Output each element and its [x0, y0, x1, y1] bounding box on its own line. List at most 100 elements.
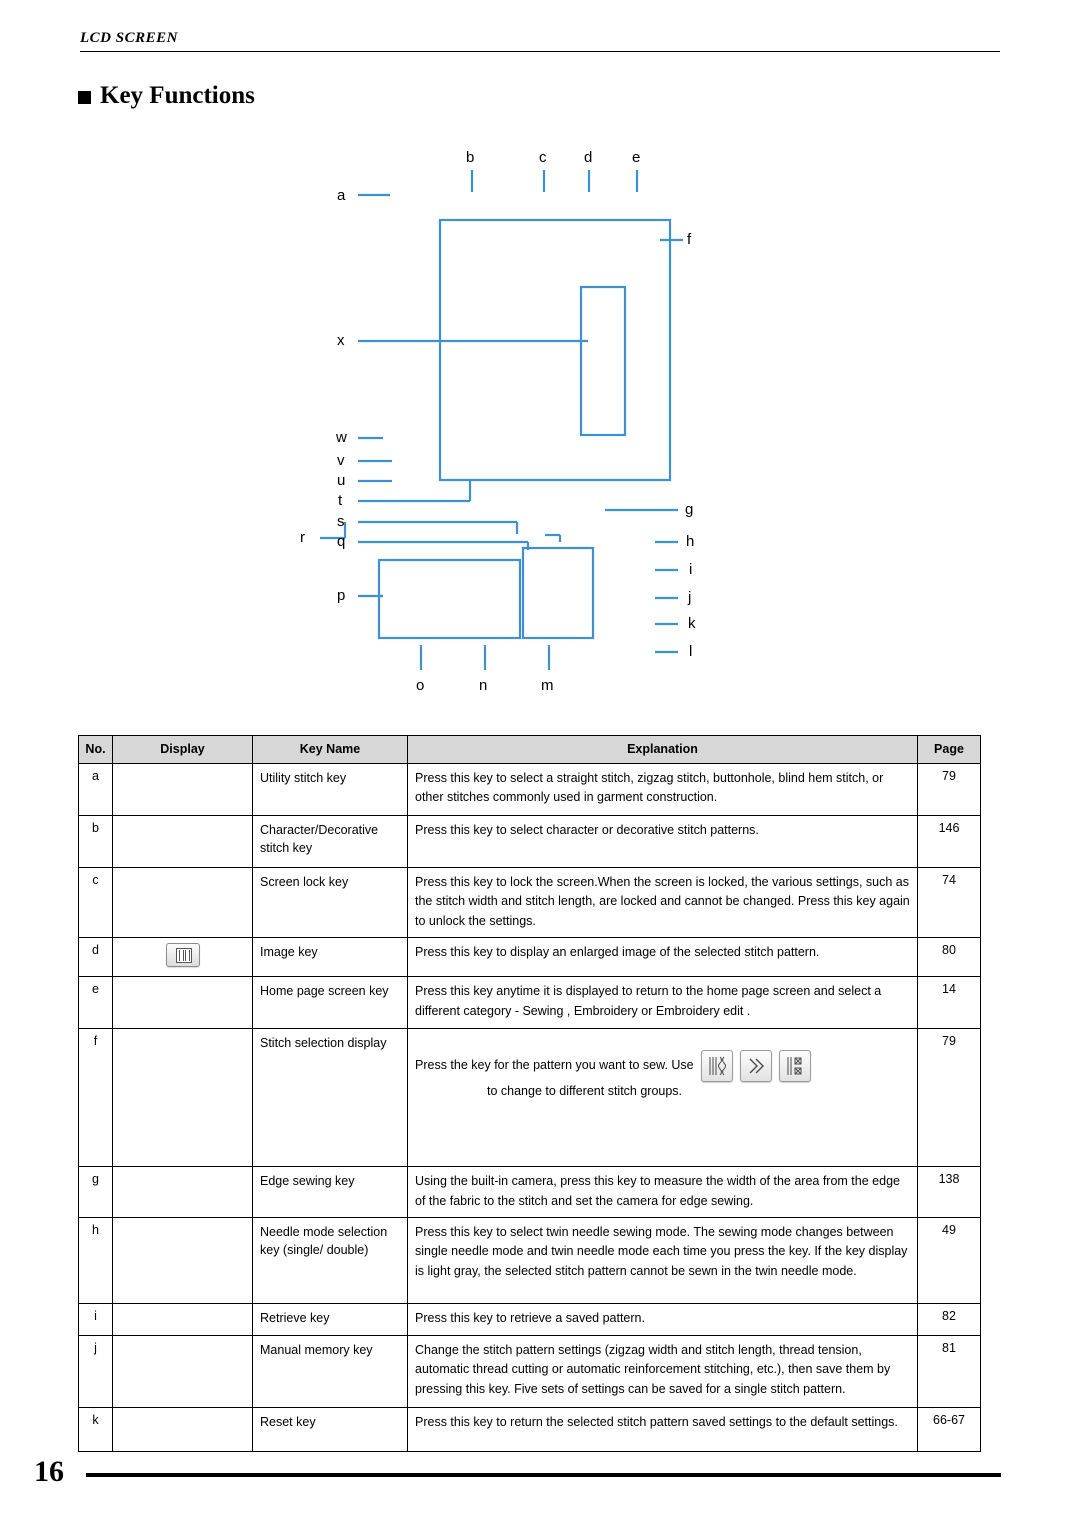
row-explanation: Press this key anytime it is displayed t… [407, 976, 918, 1030]
row-keyname: Stitch selection display [252, 1028, 408, 1168]
row-keyname: Retrieve key [252, 1302, 408, 1336]
row-page: 66-67 [917, 1406, 981, 1452]
row-no: h [78, 1216, 113, 1304]
key-functions-table: No. Display Key Name Explanation Page a … [78, 735, 981, 1452]
callout-q: q [337, 533, 346, 550]
row-page: 79 [917, 763, 981, 816]
row-no: d [78, 937, 113, 978]
row-display [112, 937, 253, 978]
page-header: LCD SCREEN [80, 30, 1000, 52]
image-key-icon[interactable] [165, 943, 200, 968]
row-display [112, 1302, 253, 1336]
callout-s: s [337, 513, 345, 530]
utility-stitch-icon[interactable] [700, 1050, 733, 1083]
row-keyname: Reset key [252, 1406, 408, 1452]
row-explanation: Using the built-in camera, press this ke… [407, 1166, 918, 1218]
row-keyname: Screen lock key [252, 866, 408, 939]
row-no: g [78, 1166, 113, 1218]
diagram-lines [320, 170, 683, 670]
table-row: h Needle mode selection key (single/ dou… [78, 1216, 981, 1304]
callout-m: m [541, 677, 554, 694]
callout-x: x [337, 332, 345, 349]
table-row: f Stitch selection display Press the key… [78, 1028, 981, 1168]
callout-r: r [300, 529, 305, 546]
row-explanation: Change the stitch pattern settings (zigz… [407, 1334, 918, 1408]
row-no: f [78, 1028, 113, 1168]
row-page: 80 [917, 937, 981, 978]
row-display [112, 1406, 253, 1452]
callout-j: j [688, 589, 692, 606]
row-explanation: Press the key for the pattern you want t… [407, 1028, 918, 1168]
col-header-page: Page [917, 735, 981, 764]
row-display [112, 1028, 253, 1168]
callout-d: d [584, 149, 593, 166]
callout-o: o [416, 677, 425, 694]
row-page: 146 [917, 815, 981, 868]
page-number: 16 [34, 1455, 64, 1488]
table-row: j Manual memory key Change the stitch pa… [78, 1334, 981, 1408]
row-explanation: Press this key to display an enlarged im… [407, 937, 918, 978]
callout-i: i [689, 561, 693, 578]
row-display [112, 976, 253, 1030]
row-no: k [78, 1406, 113, 1452]
callout-p: p [337, 587, 346, 604]
table-row: a Utility stitch key Press this key to s… [78, 763, 981, 816]
row-page: 79 [917, 1028, 981, 1168]
row-display [112, 1166, 253, 1218]
row-explanation: Press this key to select twin needle sew… [407, 1216, 918, 1304]
table-row: c Screen lock key Press this key to lock… [78, 866, 981, 939]
col-header-keyname: Key Name [252, 735, 408, 764]
callout-h: h [686, 533, 695, 550]
col-header-display: Display [112, 735, 253, 764]
row-display [112, 1334, 253, 1408]
footer-rule [86, 1473, 1001, 1477]
table-row: d Image key Press this key to display an… [78, 937, 981, 978]
callout-c: c [539, 149, 547, 166]
row-explanation: Press this key to select character or de… [407, 815, 918, 868]
callout-n: n [479, 677, 488, 694]
row-no: c [78, 866, 113, 939]
row-display [112, 866, 253, 939]
row-page: 49 [917, 1216, 981, 1304]
header-rule [80, 51, 1000, 52]
row-keyname: Home page screen key [252, 976, 408, 1030]
row-no: j [78, 1334, 113, 1408]
bullet-square-icon [78, 90, 91, 104]
page-title: Key Functions [78, 82, 255, 110]
row-display [112, 815, 253, 868]
row-page: 14 [917, 976, 981, 1030]
table-row: k Reset key Press this key to return the… [78, 1406, 981, 1452]
row-no: i [78, 1302, 113, 1336]
row-page: 81 [917, 1334, 981, 1408]
section-title-text: Key Functions [100, 82, 255, 109]
callout-g: g [685, 501, 694, 518]
row-keyname: Utility stitch key [252, 763, 408, 816]
table-row: g Edge sewing key Using the built-in cam… [78, 1166, 981, 1218]
table-header-row: No. Display Key Name Explanation Page [78, 735, 981, 764]
row-keyname: Needle mode selection key (single/ doubl… [252, 1216, 408, 1304]
callout-t: t [338, 492, 343, 509]
callout-f: f [687, 231, 692, 248]
running-head: LCD SCREEN [80, 30, 178, 46]
row-explanation: Press this key to select a straight stit… [407, 763, 918, 816]
row-no: b [78, 815, 113, 868]
row-no: e [78, 976, 113, 1030]
row-keyname: Character/Decorative stitch key [252, 815, 408, 868]
row-explanation-line1: Press the key for the pattern you want t… [415, 1058, 694, 1073]
table-row: b Character/Decorative stitch key Press … [78, 815, 981, 868]
row-explanation: Press this key to retrieve a saved patte… [407, 1302, 918, 1336]
stitch-group-icon[interactable] [739, 1050, 772, 1083]
col-header-no: No. [78, 735, 113, 764]
callout-b: b [466, 149, 475, 166]
row-explanation-line2: to change to different stitch groups. [487, 1084, 683, 1099]
row-page: 138 [917, 1166, 981, 1218]
row-no: a [78, 763, 113, 816]
row-display [112, 763, 253, 816]
table-row: i Retrieve key Press this key to retriev… [78, 1302, 981, 1336]
row-page: 74 [917, 866, 981, 939]
row-keyname: Manual memory key [252, 1334, 408, 1408]
callout-w: w [336, 429, 347, 446]
table-row: e Home page screen key Press this key an… [78, 976, 981, 1030]
callout-a: a [337, 187, 346, 204]
decorative-stitch-icon[interactable] [778, 1050, 811, 1083]
